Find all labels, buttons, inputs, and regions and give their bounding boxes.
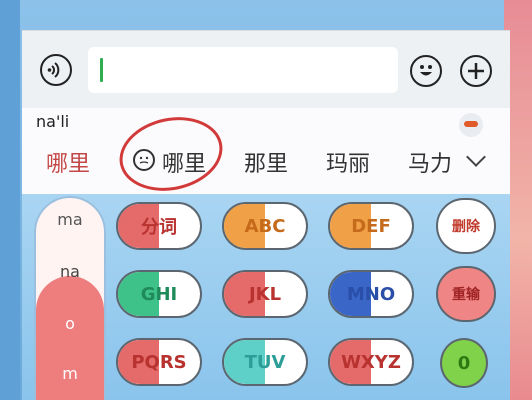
key-ghi[interactable]: GHI [116,270,202,318]
left-background-strip [0,0,20,400]
candidate-1[interactable]: 哪里 [46,146,90,178]
candidate-3[interactable]: 那里 [244,146,288,178]
zero-key[interactable]: 0 [440,338,488,388]
key-pqrs[interactable]: PQRS [116,338,202,386]
syllable-item[interactable]: m [36,364,104,383]
candidate-2[interactable]: 哪里 [162,146,206,178]
message-input[interactable] [88,47,398,93]
key-tuv[interactable]: TUV [222,338,308,386]
face-icon [133,149,155,171]
plus-icon [468,63,484,79]
syllable-item[interactable]: ma [36,210,104,229]
more-button[interactable] [460,55,492,87]
voice-button[interactable] [40,54,72,86]
assistant-icon[interactable] [459,113,483,137]
delete-button[interactable]: 删除 [436,198,496,254]
smiley-icon [420,65,432,76]
reenter-button[interactable]: 重输 [436,266,496,322]
key-mno[interactable]: MNO [328,270,414,318]
syllable-item[interactable]: o [36,314,104,333]
emoji-button[interactable] [410,55,442,87]
key-segment[interactable]: 分词 [116,202,202,250]
text-caret [100,58,103,82]
syllable-item[interactable]: na [36,262,104,281]
voice-icon [47,62,60,78]
key-abc[interactable]: ABC [222,202,308,250]
candidate-5[interactable]: 马力 [408,146,452,178]
key-wxyz[interactable]: WXYZ [328,338,414,386]
key-jkl[interactable]: JKL [222,270,308,318]
candidate-4[interactable]: 玛丽 [326,146,370,178]
syllable-column[interactable]: ma na o m [34,196,106,400]
key-def[interactable]: DEF [328,202,414,250]
pinyin-composition: na'li [36,112,70,131]
